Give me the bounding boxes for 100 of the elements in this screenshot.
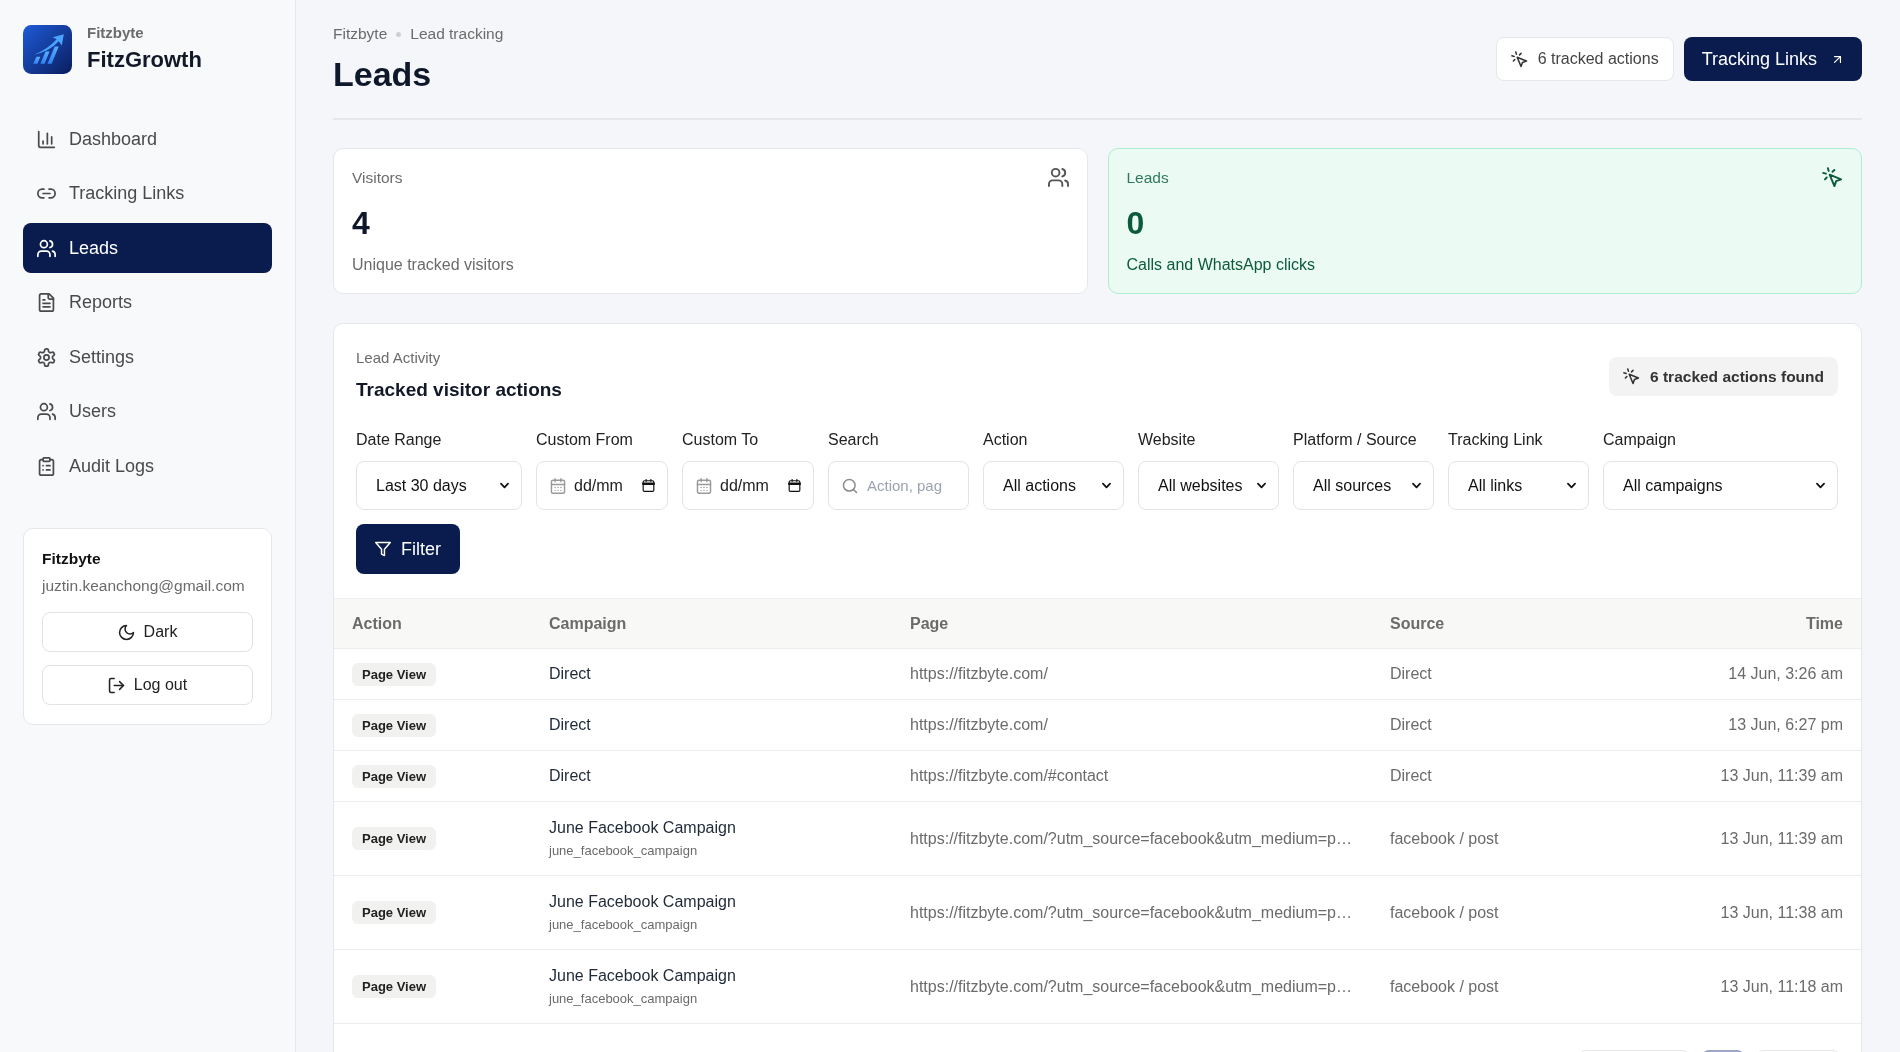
breadcrumb-item[interactable]: Fitzbyte [333,22,388,46]
cursor-click-icon [1510,50,1528,68]
page-url: https://fitzbyte.com/?utm_source=facebook&utm_medium=p… [910,828,1352,849]
dropdown[interactable]: All sources [1293,461,1434,510]
filter-label: Custom To [682,430,759,450]
tracked-actions-badge: 6 tracked actions [1495,37,1674,81]
action-tag: Page View [352,764,437,788]
column-header: Campaign [549,614,627,633]
date-field[interactable]: dd/mm [682,461,814,510]
nav-item[interactable]: Reports [23,277,272,328]
brand-org: Fitzbyte [87,24,144,42]
campaign-name: Direct [549,766,591,786]
filter-label: Search [828,430,879,450]
nav-item[interactable]: Settings [23,332,272,382]
users-icon [37,238,56,258]
time-text: 13 Jun, 11:38 am [1720,902,1843,923]
stat-value: 0 [1126,204,1145,243]
section-title: Tracked visitor actions [356,378,562,402]
page-url: https://fitzbyte.com/ [910,715,1048,735]
users-icon [37,402,56,421]
account-email: juztin.keanchong@gmail.com [42,576,245,596]
time-text: 13 Jun, 11:39 am [1720,766,1843,786]
stat-label: Leads [1126,167,1169,188]
stat-label: Visitors [352,167,403,188]
tracked-actions-found-badge: 6 tracked actions found [1609,357,1838,396]
page-title: Leads [333,54,432,95]
time-text: 13 Jun, 11:39 am [1720,828,1843,849]
section-eyebrow: Lead Activity [356,348,441,368]
time-text: 13 Jun, 11:18 am [1720,976,1843,997]
moon-icon [117,623,135,641]
campaign-id: june_facebook_campaign [549,991,698,1007]
filter-label: Website [1138,430,1196,450]
page-url: https://fitzbyte.com/#contact [910,766,1109,786]
campaign-name: June Facebook Campaign [549,892,736,912]
dropdown[interactable]: Last 30 days [356,461,522,510]
tracking-links-button[interactable]: Tracking Links [1683,37,1862,81]
campaign-name: June Facebook Campaign [549,818,736,838]
filter-label: Platform / Source [1293,430,1417,450]
nav-item[interactable]: Leads [23,223,272,273]
date-field[interactable]: dd/mm [536,461,668,510]
nav-item[interactable]: Audit Logs [23,441,272,491]
column-header: Source [1390,614,1445,633]
source-text: facebook / post [1390,828,1499,849]
dropdown[interactable]: All campaigns [1603,461,1838,510]
account-name: Fitzbyte [42,549,101,569]
source-text: Direct [1390,766,1432,786]
theme-button[interactable]: Dark [42,612,253,652]
stat-caption: Unique tracked visitors [352,255,514,275]
filter-label: Tracking Link [1448,430,1543,450]
source-text: facebook / post [1390,976,1499,997]
brand-name: FitzGrowth [87,46,202,74]
page-url: https://fitzbyte.com/?utm_source=facebook&utm_medium=p… [910,976,1352,997]
campaign-id: june_facebook_campaign [549,843,698,859]
filter-label: Action [983,430,1028,450]
time-text: 14 Jun, 3:26 am [1728,664,1843,684]
clipboard-icon [37,456,56,476]
calendar-icon [788,479,801,492]
campaign-id: june_facebook_campaign [549,917,698,933]
settings-icon [37,347,56,367]
cursor-click-icon [1623,368,1640,385]
breadcrumb-item: Lead tracking [410,24,504,44]
source-text: Direct [1390,664,1432,684]
dropdown[interactable]: All websites [1138,461,1279,510]
logout-button[interactable]: Log out [42,665,253,705]
page-url: https://fitzbyte.com/ [910,664,1048,684]
nav-item[interactable]: Dashboard [23,114,272,164]
campaign-name: Direct [549,715,591,735]
nav-item[interactable]: Tracking Links [23,168,272,219]
cursor-click-icon [1822,167,1843,188]
nav-item[interactable]: Users [23,386,272,437]
stat-caption: Calls and WhatsApp clicks [1126,255,1315,275]
column-header: Action [352,614,402,633]
filter-label: Custom From [536,430,633,450]
dot-icon [396,31,402,37]
filter-label: Campaign [1603,430,1676,450]
stat-value: 4 [352,204,370,243]
funnel-icon [375,541,391,557]
users-icon [1047,167,1069,188]
action-tag: Page View [352,975,437,998]
campaign-name: June Facebook Campaign [549,966,736,986]
filter-button[interactable]: Filter [356,524,460,574]
dropdown[interactable]: All actions [983,461,1124,510]
bar-chart-icon [37,129,56,149]
logo-icon [23,24,72,74]
action-tag: Page View [352,827,437,850]
filter-label: Date Range [356,430,442,450]
dropdown[interactable]: All links [1448,461,1589,510]
search-icon [842,477,858,494]
time-text: 13 Jun, 6:27 pm [1728,715,1843,735]
page-url: https://fitzbyte.com/?utm_source=facebook&utm_medium=p… [910,902,1352,923]
calendar-icon [550,477,566,494]
calendar-icon [642,479,655,492]
source-text: Direct [1390,715,1432,735]
calendar-icon [696,477,712,494]
campaign-name: Direct [549,664,591,684]
action-tag: Page View [352,662,437,686]
document-icon [37,293,56,312]
action-tag: Page View [352,901,437,924]
column-header: Page [910,614,949,633]
column-header: Time [1805,614,1843,633]
